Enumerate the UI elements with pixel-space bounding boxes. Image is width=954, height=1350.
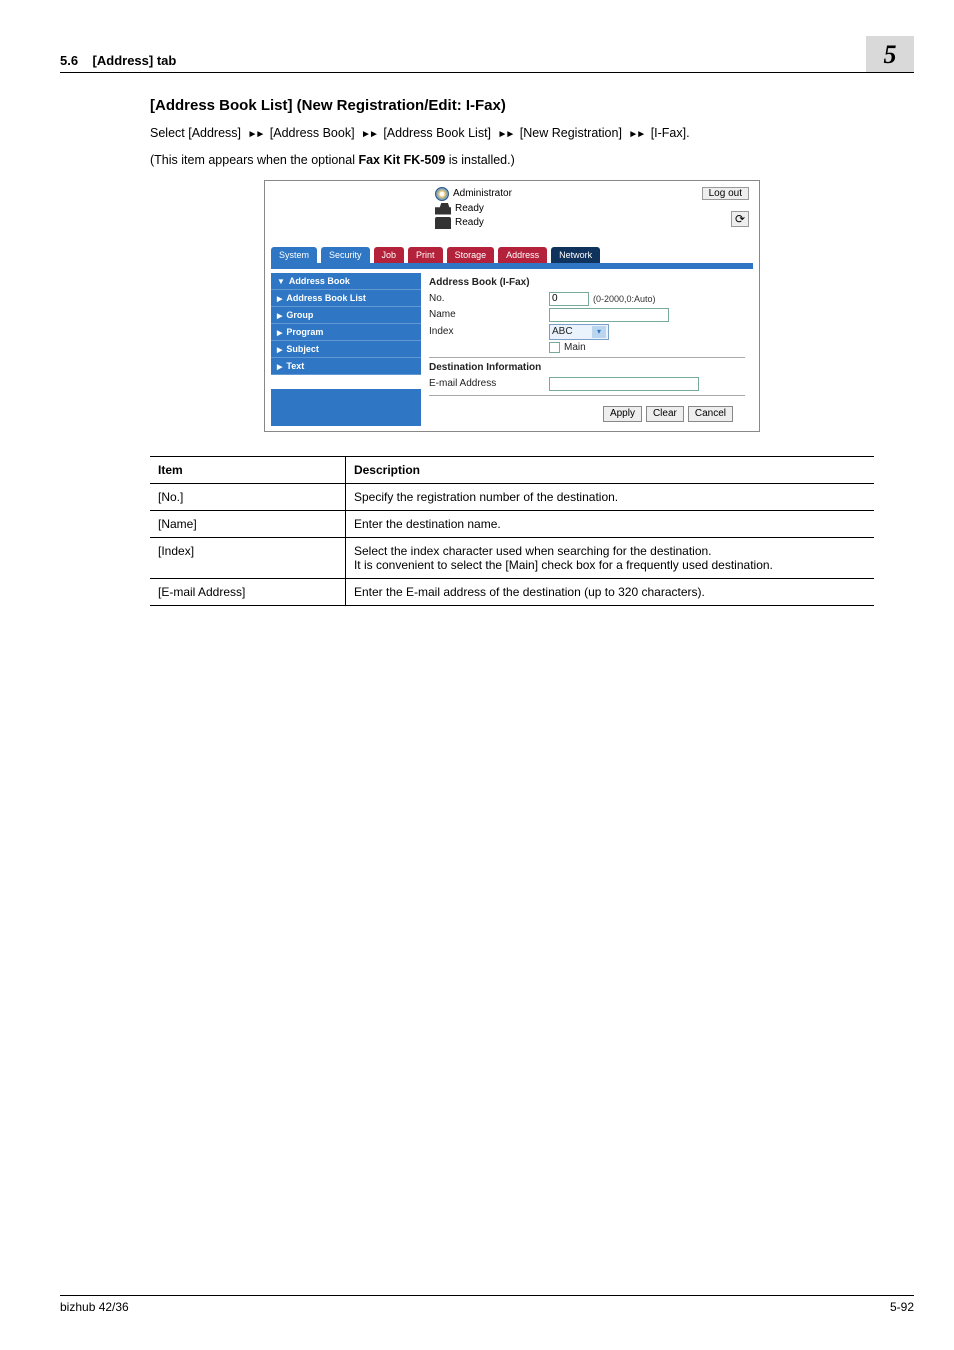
cancel-button[interactable]: Cancel [688, 406, 733, 422]
table-row: [E-mail Address]Enter the E-mail address… [150, 578, 874, 605]
arrow-icon: ►► [495, 129, 517, 140]
chapter-number: 5 [866, 36, 914, 72]
refresh-icon: ⟳ [735, 212, 745, 226]
page-title: [Address Book List] (New Registration/Ed… [150, 97, 874, 114]
logout-button[interactable]: Log out [702, 187, 749, 200]
footer-model: bizhub 42/36 [60, 1300, 129, 1314]
section-number: 5.6 [60, 53, 78, 68]
item-cell: [Name] [150, 510, 345, 537]
web-connection-screenshot: Administrator Log out ⟳ Ready Ready Syst… [264, 180, 760, 432]
chevron-right-icon [277, 327, 282, 337]
tab-system[interactable]: System [271, 247, 317, 263]
user-icon [435, 187, 449, 201]
index-label: Index [429, 326, 549, 337]
index-select[interactable]: ABC ▾ [549, 324, 609, 340]
chevron-down-icon: ▾ [592, 326, 606, 338]
clear-button[interactable]: Clear [646, 406, 684, 422]
email-label: E-mail Address [429, 378, 549, 389]
sidebar-item-group[interactable]: Group [271, 307, 421, 324]
sidebar-item-program[interactable]: Program [271, 324, 421, 341]
tab-network[interactable]: Network [551, 247, 600, 263]
description-table: Item Description [No.]Specify the regist… [150, 456, 874, 606]
breadcrumb: Select [Address] ►► [Address Book] ►► [A… [150, 124, 874, 143]
scanner-status: Ready [435, 217, 749, 229]
col-desc-header: Description [345, 456, 874, 483]
install-note: (This item appears when the optional Fax… [150, 151, 874, 170]
no-input[interactable] [549, 292, 589, 306]
no-hint: (0-2000,0:Auto) [593, 294, 656, 304]
footer-page: 5-92 [890, 1300, 914, 1314]
form-title: Address Book (I-Fax) [429, 277, 745, 288]
section-title: [Address] tab [93, 53, 177, 68]
table-row: [Index]Select the index character used w… [150, 537, 874, 578]
chevron-right-icon [277, 293, 282, 303]
form-panel: Address Book (I-Fax) No. (0-2000,0:Auto)… [421, 273, 753, 426]
name-input[interactable] [549, 308, 669, 322]
arrow-icon: ►► [625, 129, 647, 140]
no-label: No. [429, 293, 549, 304]
tab-address[interactable]: Address [498, 247, 547, 263]
chevron-down-icon [277, 276, 285, 286]
desc-cell: Enter the E-mail address of the destinat… [345, 578, 874, 605]
printer-icon [435, 203, 451, 215]
page-header: 5.6 [Address] tab 5 [60, 36, 914, 73]
sidebar: Address Book Address Book List Group Pro… [271, 273, 421, 426]
chevron-right-icon [277, 310, 282, 320]
tab-bar: System Security Job Print Storage Addres… [265, 245, 759, 263]
tab-print[interactable]: Print [408, 247, 443, 263]
destination-info-title: Destination Information [429, 362, 745, 373]
item-cell: [E-mail Address] [150, 578, 345, 605]
sidebar-item-address-book[interactable]: Address Book [271, 273, 421, 290]
refresh-button[interactable]: ⟳ [731, 211, 749, 227]
sidebar-item-text[interactable]: Text [271, 358, 421, 375]
printer-status: Ready [435, 203, 749, 215]
apply-button[interactable]: Apply [603, 406, 642, 422]
section-header: 5.6 [Address] tab [60, 53, 176, 68]
desc-cell: Specify the registration number of the d… [345, 483, 874, 510]
sidebar-item-subject[interactable]: Subject [271, 341, 421, 358]
desc-cell: Enter the destination name. [345, 510, 874, 537]
email-input[interactable] [549, 377, 699, 391]
arrow-icon: ►► [358, 129, 380, 140]
chevron-right-icon [277, 361, 282, 371]
name-label: Name [429, 309, 549, 320]
tab-storage[interactable]: Storage [447, 247, 495, 263]
item-cell: [No.] [150, 483, 345, 510]
item-cell: [Index] [150, 537, 345, 578]
arrow-icon: ►► [245, 129, 267, 140]
main-label: Main [564, 342, 586, 353]
chevron-right-icon [277, 344, 282, 354]
col-item-header: Item [150, 456, 345, 483]
page-footer: bizhub 42/36 5-92 [60, 1295, 914, 1314]
desc-cell: Select the index character used when sea… [345, 537, 874, 578]
tab-security[interactable]: Security [321, 247, 370, 263]
sidebar-item-address-book-list[interactable]: Address Book List [271, 290, 421, 307]
table-row: [Name]Enter the destination name. [150, 510, 874, 537]
table-row: [No.]Specify the registration number of … [150, 483, 874, 510]
scanner-icon [435, 217, 451, 229]
tab-job[interactable]: Job [374, 247, 405, 263]
main-checkbox[interactable] [549, 342, 560, 353]
